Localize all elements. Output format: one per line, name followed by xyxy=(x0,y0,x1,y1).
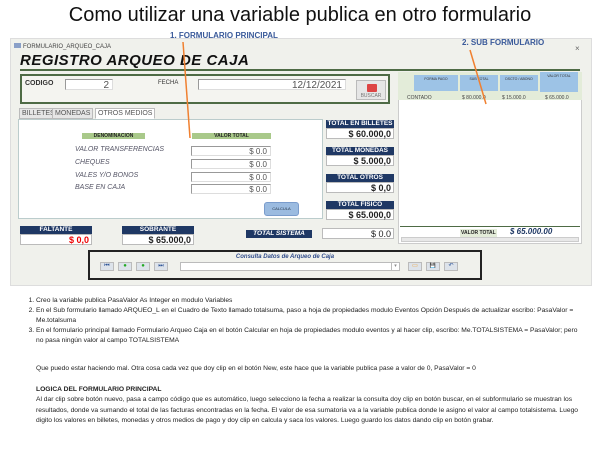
instruction-item: En el formulario principal llamado Formu… xyxy=(36,326,584,346)
instruction-item: En el Sub formulario llamado ARQUEO_L en… xyxy=(36,306,584,326)
instructions-list: Creo la variable publica PasaValor As In… xyxy=(24,296,584,346)
question-text: Que puedo estar haciendo mal. Otra cosa … xyxy=(36,365,476,372)
instruction-item: Creo la variable publica PasaValor As In… xyxy=(36,296,584,306)
arrow-main xyxy=(182,41,191,139)
logic-text: Al dar clip sobre botón nuevo, pasa a ca… xyxy=(36,396,579,424)
arrow-sub xyxy=(469,49,487,105)
logic-title: LOGICA DEL FORMULARIO PRINCIPAL xyxy=(36,386,162,393)
